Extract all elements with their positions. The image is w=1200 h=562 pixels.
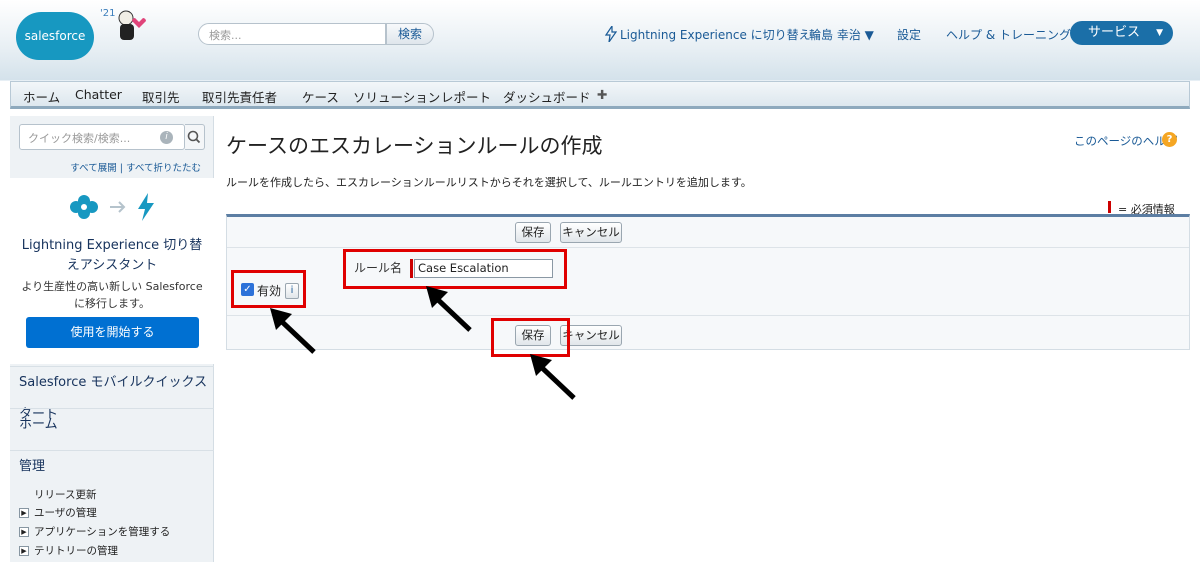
pointer-arrow-icon bbox=[530, 354, 576, 400]
tab-chatter[interactable]: Chatter bbox=[75, 87, 122, 102]
cancel-button-top[interactable]: キャンセル bbox=[560, 222, 622, 243]
manage-apps-label: アプリケーションを管理する bbox=[34, 526, 171, 538]
salesforce-logo[interactable]: salesforce bbox=[16, 12, 94, 60]
sidebar: クイック検索/検索... i すべて展開 | すべて折りたたむ Lightnin… bbox=[10, 116, 214, 562]
tab-accounts[interactable]: 取引先 bbox=[142, 87, 180, 106]
divider bbox=[227, 315, 1189, 316]
tab-home[interactable]: ホーム bbox=[23, 87, 60, 106]
required-indicator bbox=[1108, 201, 1111, 213]
tab-dashboards[interactable]: ダッシュボード bbox=[503, 87, 591, 106]
tab-contacts[interactable]: 取引先責任者 bbox=[202, 87, 277, 106]
lightning-transition-icon bbox=[70, 193, 154, 221]
sidebar-item-territory-management[interactable]: ▶ テリトリーの管理 bbox=[19, 543, 118, 558]
global-search-input[interactable]: 検索... bbox=[198, 23, 386, 45]
collapse-all-link[interactable]: すべて折りたたむ bbox=[126, 163, 201, 174]
help-icon[interactable]: ? bbox=[1162, 132, 1177, 147]
tab-reports[interactable]: レポート bbox=[441, 87, 491, 106]
expand-collapse-links: すべて展開 | すべて折りたたむ bbox=[10, 160, 201, 174]
get-started-button[interactable]: 使用を開始する bbox=[26, 317, 199, 348]
switch-lightning-link[interactable]: Lightning Experience に切り替え bbox=[620, 26, 811, 43]
sidebar-item-mobile-quickstart[interactable]: Salesforce モバイルクイックスタート bbox=[10, 366, 214, 422]
page-description: ルールを作成したら、エスカレーションルールリストからそれを選択して、ルールエント… bbox=[226, 176, 752, 189]
expand-triangle-icon[interactable]: ▶ bbox=[19, 546, 29, 556]
global-search-button[interactable]: 検索 bbox=[386, 23, 434, 45]
expand-all-link[interactable]: すべて展開 bbox=[70, 163, 116, 174]
mascot-icon bbox=[118, 10, 146, 40]
lightning-icon bbox=[605, 26, 617, 42]
save-button-top[interactable]: 保存 bbox=[515, 222, 551, 243]
page-title: ケースのエスカレーションルールの作成 bbox=[226, 134, 603, 158]
global-header: salesforce '21 検索... 検索 Lightning Experi… bbox=[0, 0, 1200, 80]
tab-bar: ホーム Chatter 取引先 取引先責任者 ケース ソリューション レポート … bbox=[10, 81, 1190, 109]
help-training-link[interactable]: ヘルプ & トレーニング bbox=[946, 26, 1071, 43]
tab-cases[interactable]: ケース bbox=[302, 87, 339, 106]
setup-link[interactable]: 設定 bbox=[897, 26, 921, 43]
pointer-arrow-icon bbox=[270, 308, 316, 354]
info-icon[interactable]: i bbox=[160, 131, 173, 144]
chevron-down-icon: ▼ bbox=[1156, 28, 1163, 38]
user-menu[interactable]: 輪島 幸治 ▼ bbox=[809, 26, 874, 43]
pointer-arrow-icon bbox=[426, 286, 472, 332]
divider bbox=[227, 247, 1189, 248]
app-menu-label: サービス bbox=[1088, 25, 1141, 40]
lightning-assistant-panel: Lightning Experience 切り替えアシスタント より生産性の高い… bbox=[10, 178, 214, 364]
sidebar-item-release-updates[interactable]: リリース更新 bbox=[34, 487, 96, 502]
tab-solutions[interactable]: ソリューション bbox=[353, 87, 440, 106]
search-icon bbox=[187, 130, 201, 144]
sidebar-item-manage-apps[interactable]: ▶ アプリケーションを管理する bbox=[19, 524, 170, 539]
lightning-assistant-title: Lightning Experience 切り替えアシスタント bbox=[21, 238, 203, 273]
lightning-assistant-description: より生産性の高い新しい Salesforce に移行します。 bbox=[21, 280, 203, 310]
manage-users-label: ユーザの管理 bbox=[34, 507, 97, 519]
sidebar-item-home[interactable]: ホーム bbox=[10, 408, 214, 450]
sidebar-item-manage-users[interactable]: ▶ ユーザの管理 bbox=[19, 505, 97, 520]
expand-triangle-icon[interactable]: ▶ bbox=[19, 508, 29, 518]
link-separator: | bbox=[119, 163, 123, 174]
app-menu-button[interactable]: サービス ▼ bbox=[1070, 21, 1173, 45]
quick-search-button[interactable] bbox=[185, 124, 205, 150]
add-tab-plus-icon[interactable]: ✚ bbox=[597, 87, 607, 102]
highlight-rule-name bbox=[343, 249, 567, 289]
territory-management-label: テリトリーの管理 bbox=[34, 545, 118, 557]
expand-triangle-icon[interactable]: ▶ bbox=[19, 527, 29, 537]
highlight-active-checkbox bbox=[231, 270, 306, 308]
